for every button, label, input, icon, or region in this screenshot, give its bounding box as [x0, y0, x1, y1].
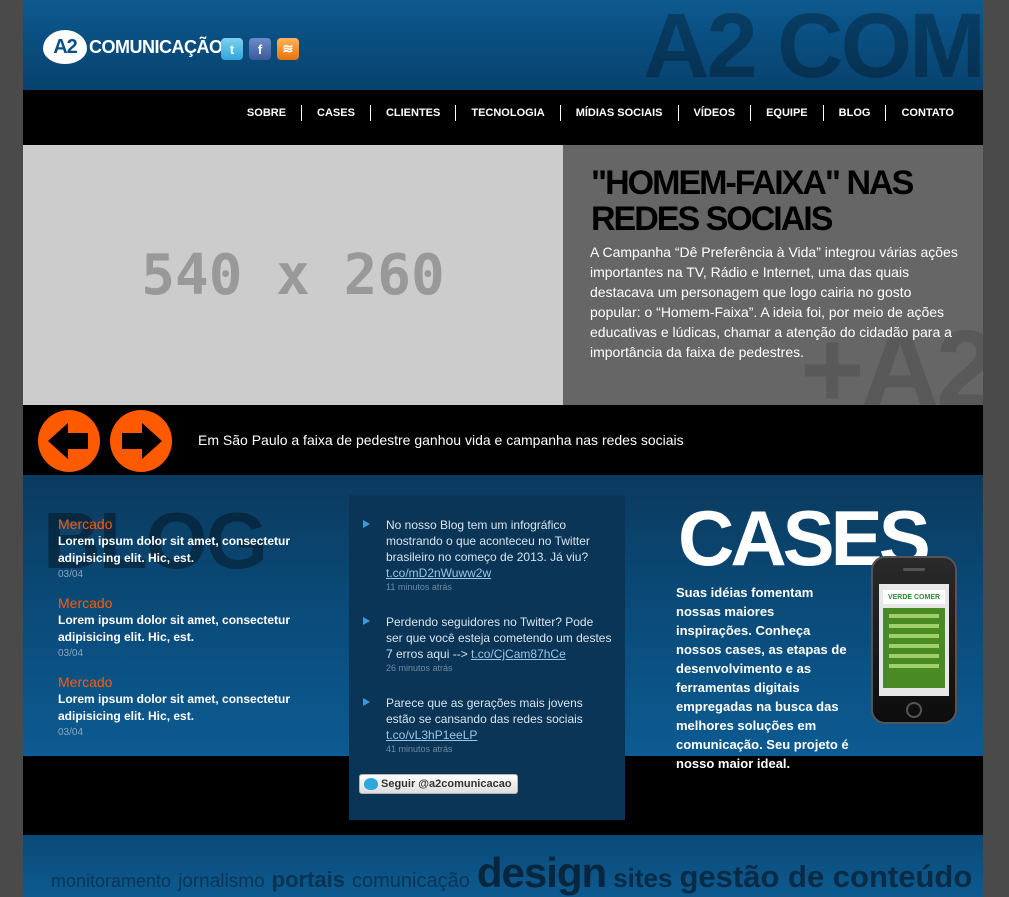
blog-category[interactable]: Mercado [58, 594, 328, 612]
blog-excerpt[interactable]: Lorem ipsum dolor sit amet, consectetur … [58, 691, 328, 725]
tag-design[interactable]: design [477, 849, 607, 897]
main-nav: SOBRE CASES CLIENTES TECNOLOGIA MÍDIAS S… [23, 90, 983, 145]
list-item[interactable]: Mercado Lorem ipsum dolor sit amet, cons… [58, 515, 328, 580]
prev-arrow-button[interactable] [38, 410, 100, 472]
tweet-time[interactable]: 26 minutos atrás [386, 663, 613, 673]
tag-cloud: monitoramento jornalismo portais comunic… [23, 835, 983, 897]
phone-image[interactable]: VERDE COMER [871, 556, 957, 724]
tag-sites[interactable]: sites [613, 863, 672, 894]
blog-date: 03/04 [58, 569, 84, 580]
bullet-icon [363, 617, 370, 625]
blog-date: 03/04 [58, 648, 84, 659]
twitter-bird-icon [364, 778, 378, 790]
nav-item-cases[interactable]: CASES [301, 105, 370, 121]
cases-body: Suas idéias fomentam nossas maiores insp… [676, 585, 849, 771]
tag-jornalismo[interactable]: jornalismo [178, 871, 265, 893]
nav-item-tecnologia[interactable]: TECNOLOGIA [455, 105, 559, 121]
tag-gestao-de-conteudo[interactable]: gestão de conteúdo [679, 859, 972, 895]
slider-controls: Em São Paulo a faixa de pedestre ganhou … [23, 405, 983, 475]
tag-monitoramento[interactable]: monitoramento [51, 871, 171, 892]
tag-comunicacao[interactable]: comunicação [352, 870, 470, 893]
nav-item-midias-sociais[interactable]: MÍDIAS SOCIAIS [559, 105, 678, 121]
tweet-text: Parece que as gerações mais jovens estão… [386, 695, 613, 743]
tweet-text: No nosso Blog tem um infográfico mostran… [386, 517, 613, 581]
next-arrow-button[interactable] [110, 410, 172, 472]
blog-list: Mercado Lorem ipsum dolor sit amet, cons… [58, 515, 328, 752]
slide-text-panel: +A2 "HOMEM-FAIXA" NAS REDES SOCIAIS A Ca… [563, 145, 983, 405]
slide-image-placeholder[interactable]: 540 x 260 [23, 145, 563, 405]
site-logo[interactable]: A2 COMUNICAÇÃO [43, 30, 223, 64]
tweet-link[interactable]: t.co/CjCam87hCe [471, 647, 566, 661]
page: A2 COM A2 COMUNICAÇÃO t f ≋ SOBRE CASES … [23, 0, 983, 897]
tweet-time[interactable]: 41 minutos atrás [386, 744, 613, 754]
tweet-text: Perdendo seguidores no Twitter? Pode ser… [386, 614, 613, 662]
blog-category[interactable]: Mercado [58, 515, 328, 533]
list-item[interactable]: Mercado Lorem ipsum dolor sit amet, cons… [58, 673, 328, 738]
slide-body: A Campanha “Dê Preferência à Vida” integ… [590, 244, 958, 360]
header-watermark: A2 COM [643, 0, 983, 90]
blog-category[interactable]: Mercado [58, 673, 328, 691]
tweet-body: No nosso Blog tem um infográfico mostran… [386, 518, 590, 564]
nav-item-videos[interactable]: VÍDEOS [677, 105, 751, 121]
tweet-item: Perdendo seguidores no Twitter? Pode ser… [363, 614, 613, 673]
site-header: A2 COM A2 COMUNICAÇÃO t f ≋ [23, 0, 983, 90]
twitter-feed: No nosso Blog tem um infográfico mostran… [349, 495, 625, 820]
tweet-item: No nosso Blog tem um infográfico mostran… [363, 517, 613, 592]
follow-label: Seguir @a2comunicacao [381, 778, 512, 790]
nav-item-sobre[interactable]: SOBRE [232, 105, 301, 121]
bullet-icon [363, 698, 370, 706]
nav-item-blog[interactable]: BLOG [822, 105, 886, 121]
logo-text: COMUNICAÇÃO [89, 36, 223, 57]
phone-speaker [903, 568, 925, 571]
featured-slide: 540 x 260 +A2 "HOMEM-FAIXA" NAS REDES SO… [23, 145, 983, 405]
phone-home-button [906, 702, 922, 718]
tweet-item: Parece que as gerações mais jovens estão… [363, 695, 613, 754]
tweet-body: Parece que as gerações mais jovens estão… [386, 696, 583, 726]
logo-mark: A2 [43, 30, 87, 64]
slide-title[interactable]: "HOMEM-FAIXA" NAS REDES SOCIAIS [591, 165, 971, 237]
facebook-icon[interactable]: f [249, 38, 271, 60]
nav-item-equipe[interactable]: EQUIPE [750, 105, 823, 121]
follow-button[interactable]: Seguir @a2comunicacao [359, 774, 518, 794]
twitter-icon[interactable]: t [221, 38, 243, 60]
arrow-left-icon [48, 423, 88, 459]
slide-caption[interactable]: Em São Paulo a faixa de pedestre ganhou … [198, 432, 684, 448]
bullet-icon [363, 520, 370, 528]
nav-item-contato[interactable]: CONTATO [885, 105, 969, 121]
nav-item-clientes[interactable]: CLIENTES [369, 105, 455, 121]
phone-brand: VERDE COMER [883, 590, 945, 604]
blog-excerpt[interactable]: Lorem ipsum dolor sit amet, consectetur … [58, 612, 328, 646]
tweet-link[interactable]: t.co/vL3hP1eeLP [386, 728, 477, 742]
phone-menu [883, 608, 945, 688]
arrow-right-icon [122, 423, 162, 459]
phone-screen: VERDE COMER [879, 584, 949, 696]
rss-icon[interactable]: ≋ [277, 38, 299, 60]
blog-excerpt[interactable]: Lorem ipsum dolor sit amet, consectetur … [58, 533, 328, 567]
blog-date: 03/04 [58, 727, 84, 738]
social-links: t f ≋ [221, 38, 299, 60]
tag-portais[interactable]: portais [272, 867, 345, 893]
tweet-link[interactable]: t.co/mD2nWuww2w [386, 566, 491, 580]
tweet-time[interactable]: 11 minutos atrás [386, 582, 613, 592]
list-item[interactable]: Mercado Lorem ipsum dolor sit amet, cons… [58, 594, 328, 659]
